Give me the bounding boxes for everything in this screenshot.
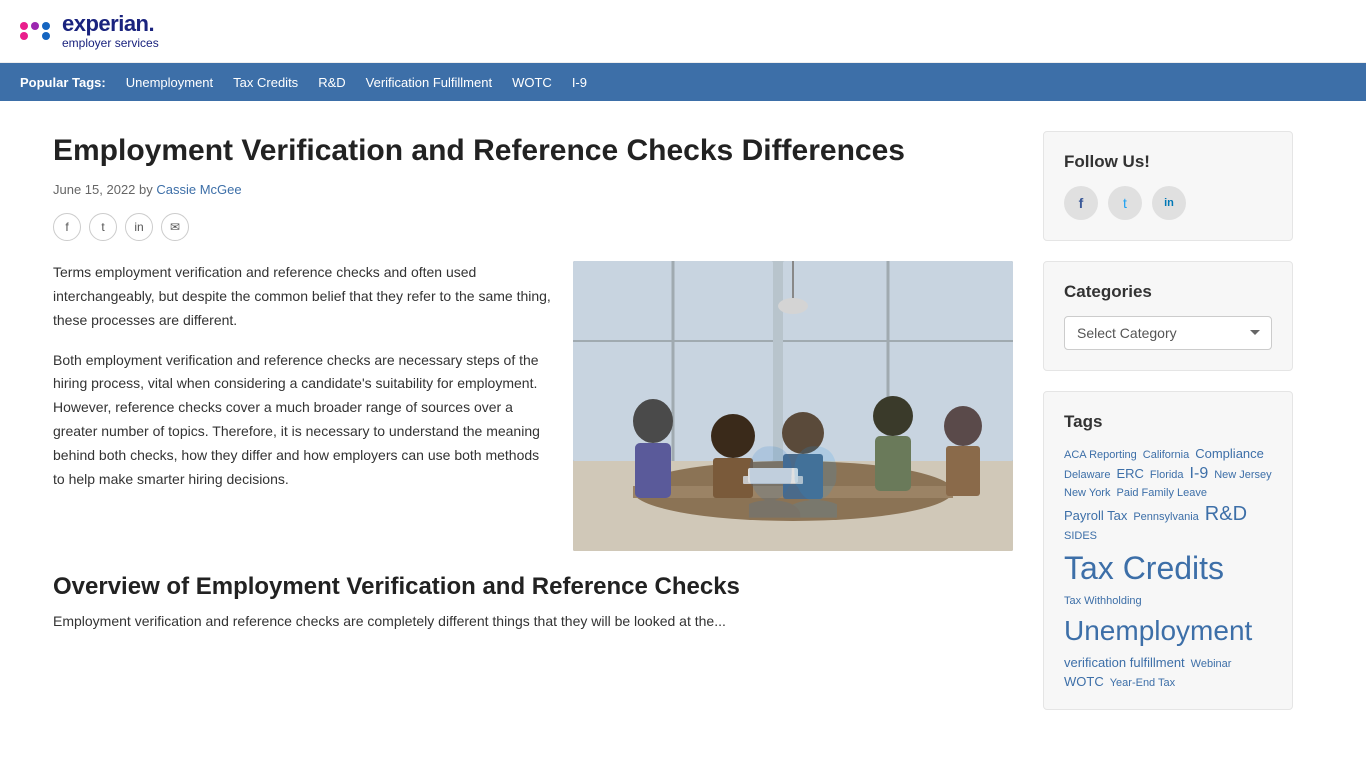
- follow-twitter[interactable]: t: [1108, 186, 1142, 220]
- tag-florida[interactable]: Florida: [1150, 469, 1184, 481]
- share-linkedin[interactable]: in: [125, 213, 153, 241]
- categories-section: Categories Select Category Unemployment …: [1043, 261, 1293, 371]
- article-content-row: Terms employment verification and refere…: [53, 261, 1013, 551]
- categories-title: Categories: [1064, 282, 1272, 302]
- tag-wotc[interactable]: WOTC: [1064, 674, 1104, 689]
- logo-sub-text: employer services: [62, 36, 159, 50]
- tags-title: Tags: [1064, 412, 1272, 432]
- follow-linkedin[interactable]: in: [1152, 186, 1186, 220]
- linkedin-icon: in: [1164, 197, 1174, 209]
- tag-new-york[interactable]: New York: [1064, 487, 1110, 499]
- tag-aca-reporting[interactable]: ACA Reporting: [1064, 449, 1137, 461]
- logo-experian-text: experian.: [62, 12, 159, 36]
- facebook-icon: f: [65, 220, 68, 234]
- meeting-scene-svg: [573, 261, 1013, 551]
- follow-icons: f t in: [1064, 186, 1272, 220]
- social-share: f t in ✉: [53, 213, 1013, 241]
- share-twitter[interactable]: t: [89, 213, 117, 241]
- tags-section: Tags ACA Reporting California Compliance…: [1043, 391, 1293, 710]
- share-facebook[interactable]: f: [53, 213, 81, 241]
- article-title: Employment Verification and Reference Ch…: [53, 131, 1013, 170]
- article-date: June 15, 2022: [53, 182, 135, 197]
- tag-tax-credits[interactable]: Tax Credits: [1064, 550, 1272, 587]
- article-author[interactable]: Cassie McGee: [156, 182, 241, 197]
- tag-rd[interactable]: R&D: [1205, 503, 1247, 526]
- sidebar: Follow Us! f t in Categories Select Cate…: [1043, 131, 1293, 730]
- article-image-inner: [573, 261, 1013, 551]
- site-header: experian. employer services: [0, 0, 1366, 63]
- nav-tag-i9[interactable]: I-9: [572, 75, 587, 90]
- article-by: by: [139, 182, 156, 197]
- main-layout: Employment Verification and Reference Ch…: [33, 101, 1333, 760]
- nav-tag-wotc[interactable]: WOTC: [512, 75, 552, 90]
- facebook-icon: f: [1079, 195, 1084, 211]
- tag-compliance[interactable]: Compliance: [1195, 446, 1264, 461]
- follow-title: Follow Us!: [1064, 152, 1272, 172]
- tag-year-end-tax[interactable]: Year-End Tax: [1110, 677, 1175, 689]
- tag-unemployment[interactable]: Unemployment: [1064, 615, 1272, 647]
- nav-bar: Popular Tags: Unemployment Tax Credits R…: [0, 63, 1366, 101]
- email-icon: ✉: [170, 220, 180, 234]
- nav-tag-verification[interactable]: Verification Fulfillment: [366, 75, 492, 90]
- article-image: [573, 261, 1013, 551]
- content-area: Employment Verification and Reference Ch…: [53, 131, 1013, 730]
- tag-tax-withholding[interactable]: Tax Withholding: [1064, 595, 1142, 607]
- tag-new-jersey[interactable]: New Jersey: [1214, 469, 1271, 481]
- tag-delaware[interactable]: Delaware: [1064, 469, 1110, 481]
- nav-tag-unemployment[interactable]: Unemployment: [126, 75, 213, 90]
- twitter-icon: t: [101, 220, 104, 234]
- article-meta: June 15, 2022 by Cassie McGee: [53, 182, 1013, 197]
- tag-i9[interactable]: I-9: [1190, 465, 1209, 483]
- article-para-2: Both employment verification and referen…: [53, 349, 553, 492]
- section-title: Overview of Employment Verification and …: [53, 571, 1013, 602]
- follow-section: Follow Us! f t in: [1043, 131, 1293, 241]
- twitter-icon: t: [1123, 195, 1127, 211]
- logo[interactable]: experian. employer services: [20, 12, 1346, 50]
- follow-facebook[interactable]: f: [1064, 186, 1098, 220]
- nav-tag-rd[interactable]: R&D: [318, 75, 345, 90]
- tag-paid-family-leave[interactable]: Paid Family Leave: [1116, 487, 1207, 499]
- category-select[interactable]: Select Category Unemployment Tax Credits…: [1064, 316, 1272, 350]
- nav-tag-tax-credits[interactable]: Tax Credits: [233, 75, 298, 90]
- article-text: Terms employment verification and refere…: [53, 261, 553, 551]
- popular-tags-label: Popular Tags:: [20, 75, 106, 90]
- share-email[interactable]: ✉: [161, 213, 189, 241]
- tag-erc[interactable]: ERC: [1116, 466, 1143, 481]
- section-body: Employment verification and reference ch…: [53, 610, 1013, 634]
- tag-pennsylvania[interactable]: Pennsylvania: [1133, 511, 1198, 523]
- tag-verification-fulfillment[interactable]: verification fulfillment: [1064, 655, 1185, 670]
- tag-webinar[interactable]: Webinar: [1191, 658, 1232, 670]
- tags-container: ACA Reporting California Compliance Dela…: [1064, 446, 1272, 689]
- article-para-1: Terms employment verification and refere…: [53, 261, 553, 332]
- tag-payroll-tax[interactable]: Payroll Tax: [1064, 508, 1127, 523]
- linkedin-icon: in: [134, 220, 143, 234]
- tag-sides[interactable]: SIDES: [1064, 530, 1097, 542]
- tag-california[interactable]: California: [1143, 449, 1189, 461]
